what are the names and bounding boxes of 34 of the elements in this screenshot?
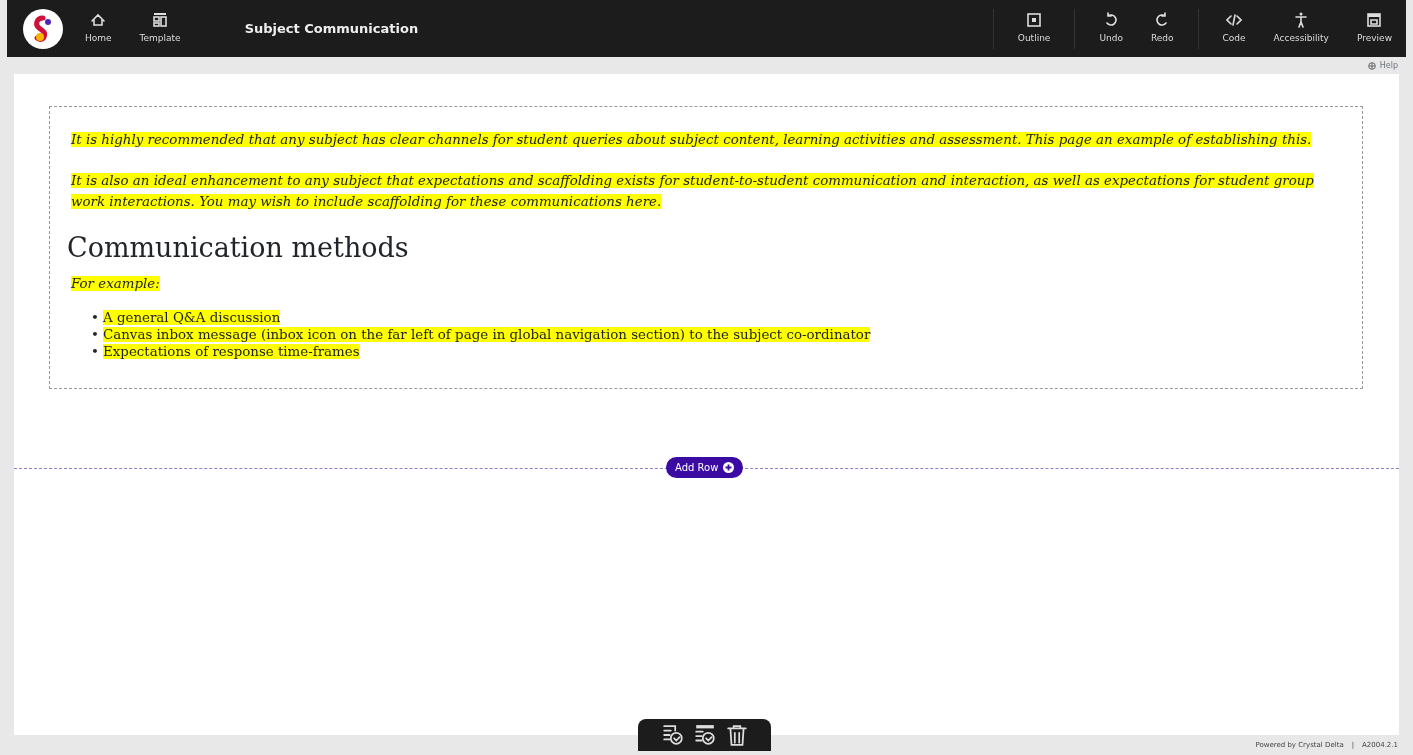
- plus-icon: [723, 461, 735, 473]
- template-button[interactable]: Template: [125, 11, 195, 46]
- layout-check-icon[interactable]: [693, 724, 716, 746]
- redo-button[interactable]: Redo: [1136, 11, 1188, 46]
- bullet-marker: •: [91, 325, 100, 343]
- list-item: Expectations of response time-frames: [103, 343, 360, 359]
- intro-text: For example:: [71, 276, 160, 292]
- undo-button[interactable]: Undo: [1085, 11, 1137, 46]
- list-item: A general Q&A discussion: [103, 309, 281, 325]
- highlighted-paragraph: It is also an ideal enhancement to any subject that expectations and scaffolding exists for student-to-student communication and interaction, as well as expectations for student group work interactions. You may wish to include scaffolding for these communications here.: [71, 172, 1315, 211]
- window-icon: [1366, 11, 1383, 28]
- content-block[interactable]: [49, 106, 1363, 389]
- outline-icon: [1026, 11, 1043, 28]
- outline-button[interactable]: Outline: [1003, 11, 1065, 46]
- add-row-button[interactable]: Add Row: [666, 456, 744, 478]
- code-button[interactable]: Code: [1208, 11, 1260, 46]
- undo-icon: [1103, 11, 1120, 28]
- checklist-icon[interactable]: [661, 724, 684, 746]
- bullet-marker: •: [91, 342, 100, 360]
- person-icon: [1293, 11, 1310, 28]
- page-title: Subject Communication: [244, 19, 420, 38]
- app-logo[interactable]: [23, 8, 63, 49]
- help-link[interactable]: Help: [1367, 59, 1398, 72]
- code-icon: [1226, 11, 1243, 28]
- bullet-marker: •: [91, 308, 100, 326]
- trash-icon[interactable]: [725, 724, 748, 746]
- highlighted-paragraph: It is highly recommended that any subject has clear channels for student queries about subject content, learning activities and assessment. This page an example of establishing this.: [71, 131, 1313, 149]
- home-icon: [90, 11, 107, 28]
- accessibility-button[interactable]: Accessibility: [1259, 11, 1343, 46]
- preview-button[interactable]: Preview: [1342, 11, 1406, 46]
- help-icon: [1367, 61, 1376, 70]
- home-button[interactable]: Home: [71, 11, 126, 46]
- layout-icon: [152, 11, 169, 28]
- section-heading: Communication methods: [67, 232, 410, 265]
